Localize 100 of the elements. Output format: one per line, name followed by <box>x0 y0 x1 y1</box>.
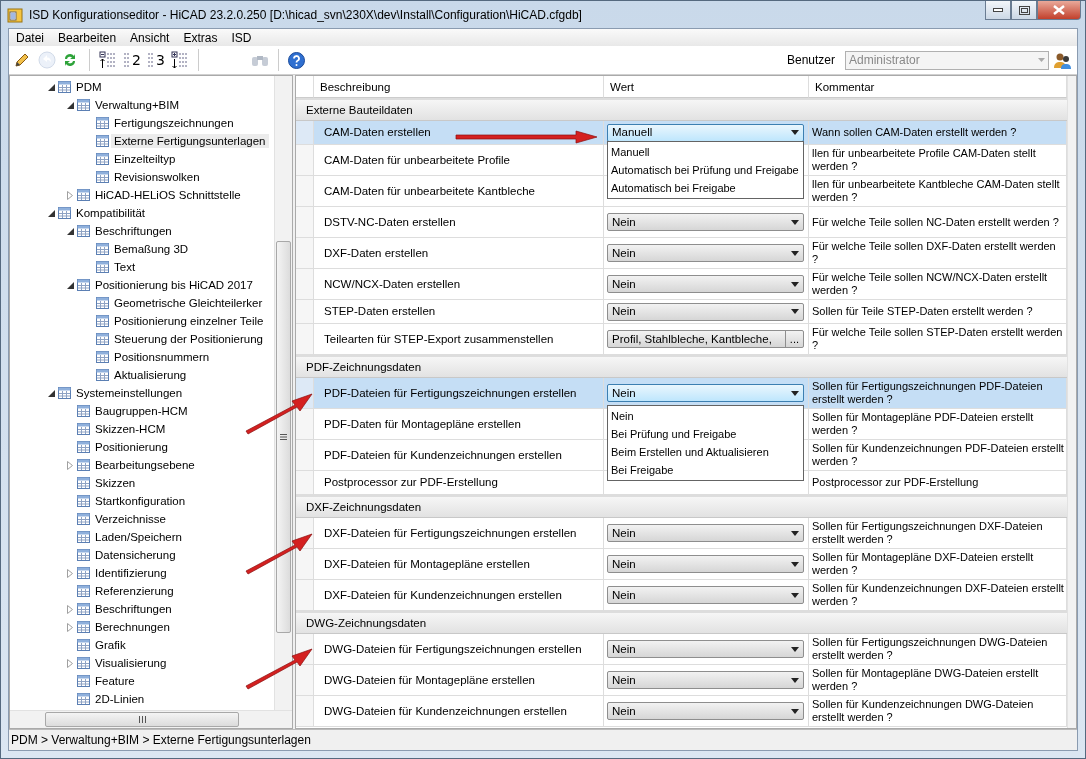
description-cell: PDF-Dateien für Kundenzeichnungen erstellen <box>314 440 604 471</box>
tree-item[interactable]: Aktualisierung <box>111 368 190 382</box>
tree-item[interactable]: Feature <box>92 674 138 688</box>
value-dropdown[interactable]: Nein <box>607 586 804 604</box>
tree-item[interactable]: Verwaltung+BIM <box>92 98 183 112</box>
help-button[interactable] <box>287 49 308 71</box>
tree-item[interactable]: Skizzen-HCM <box>92 422 169 436</box>
tree-item[interactable]: Bearbeitungsebene <box>92 458 198 472</box>
tree-item[interactable]: Referenzierung <box>92 584 177 598</box>
value-dropdown[interactable]: Nein <box>607 555 804 573</box>
collapse-icon[interactable] <box>66 227 74 235</box>
dropdown-option[interactable]: Bei Prüfung und Freigabe <box>608 425 803 443</box>
menu-item[interactable]: Extras <box>178 30 227 45</box>
toolbar-button[interactable]: 3 <box>146 49 166 71</box>
menu-item[interactable]: Bearbeiten <box>53 30 126 45</box>
tree-item[interactable]: Revisionswolken <box>111 170 203 184</box>
tree-item[interactable]: Visualisierung <box>92 656 170 670</box>
dropdown-option[interactable]: Automatisch bei Freigabe <box>608 179 803 197</box>
table-icon <box>96 315 109 327</box>
vertical-scrollbar[interactable] <box>1067 76 1076 728</box>
description-cell: Postprocessor zur PDF-Erstellung <box>314 471 604 495</box>
tree-item[interactable]: Positionierung einzelner Teile <box>111 314 267 328</box>
browse-button[interactable]: ... <box>784 331 803 347</box>
value-dropdown[interactable]: Nein <box>607 275 804 293</box>
tree-item[interactable]: Verzeichnisse <box>92 512 169 526</box>
toolbar-button[interactable] <box>98 49 118 71</box>
description-cell: DWG-Dateien für Fertigungszeichnungen erstellen <box>314 634 604 665</box>
minimize-button[interactable] <box>985 1 1011 20</box>
tree-item[interactable]: Positionsnummern <box>111 350 213 364</box>
tree-item[interactable]: Text <box>111 260 139 274</box>
collapse-icon[interactable] <box>47 83 55 91</box>
dropdown-option[interactable]: Beim Erstellen und Aktualisieren <box>608 443 803 461</box>
tree-item[interactable]: Positionierung <box>92 440 171 454</box>
tree-item[interactable]: Skizzen <box>92 476 139 490</box>
tree-item[interactable]: Bemaßung 3D <box>111 242 192 256</box>
table-icon <box>77 459 90 471</box>
value-dropdown[interactable]: Nein <box>607 302 804 321</box>
dropdown-arrow-icon <box>791 677 799 683</box>
dropdown-option[interactable]: Manuell <box>608 143 803 161</box>
expand-icon[interactable] <box>67 568 73 578</box>
tree-item[interactable]: Geometrische Gleichteilerker <box>111 296 266 310</box>
table-icon <box>77 621 90 633</box>
column-header[interactable]: Wert <box>604 76 809 98</box>
tree-item[interactable]: Positionierung bis HiCAD 2017 <box>92 278 256 292</box>
collapse-icon[interactable] <box>66 281 74 289</box>
tree-item[interactable]: Beschriftungen <box>92 224 175 238</box>
toolbar-button[interactable]: 2 <box>122 49 142 71</box>
tree-item[interactable]: Datensicherung <box>92 548 179 562</box>
tree-item[interactable]: Grafik <box>92 638 129 652</box>
value-dropdown[interactable]: Nein <box>607 640 804 658</box>
column-header[interactable]: Kommentar <box>809 76 1067 98</box>
tree-item[interactable]: Beschriftungen <box>92 602 175 616</box>
column-header[interactable]: Beschreibung <box>314 76 604 98</box>
value-dropdown[interactable]: Nein <box>607 244 804 262</box>
expand-icon[interactable] <box>67 658 73 668</box>
dropdown-option[interactable]: Bei Freigabe <box>608 461 803 479</box>
tree-item[interactable]: Fertigungszeichnungen <box>111 116 237 130</box>
horizontal-scrollbar[interactable] <box>10 710 292 728</box>
tree-item[interactable]: Steuerung der Positionierung <box>111 332 266 346</box>
tree-item[interactable]: Berechnungen <box>92 620 173 634</box>
tree-item[interactable]: 2D-Linien <box>92 692 148 706</box>
vertical-scrollbar[interactable] <box>274 76 292 710</box>
expand-icon[interactable] <box>67 190 73 200</box>
value-picker[interactable]: Profil, Stahlbleche, Kantbleche, ... <box>607 330 804 348</box>
collapse-icon[interactable] <box>47 209 55 217</box>
description-cell: PDF-Dateien für Fertigungszeichnungen erstellen <box>314 378 604 409</box>
tree-item[interactable]: PDM <box>73 80 105 94</box>
tree-item[interactable]: Systemeinstellungen <box>73 386 186 400</box>
dropdown-option[interactable]: Nein <box>608 407 803 425</box>
tree-item[interactable]: HiCAD-HELiOS Schnittstelle <box>92 188 244 202</box>
menu-item[interactable]: Datei <box>11 30 53 45</box>
close-icon <box>1053 5 1065 15</box>
dropdown-option[interactable]: Automatisch bei Prüfung und Freigabe <box>608 161 803 179</box>
maximize-button[interactable] <box>1011 1 1037 20</box>
scrollbar-thumb[interactable] <box>276 241 291 633</box>
tree-item[interactable]: Laden/Speichern <box>92 530 185 544</box>
description-cell: PDF-Daten für Montagepläne erstellen <box>314 409 604 440</box>
tree-item[interactable]: Identifizierung <box>92 566 170 580</box>
value-dropdown[interactable]: Nein <box>607 524 804 542</box>
close-button[interactable] <box>1037 1 1081 20</box>
tree-item[interactable]: Kompatibilität <box>73 206 149 220</box>
tree-item[interactable]: Startkonfiguration <box>92 494 189 508</box>
scrollbar-thumb[interactable] <box>45 712 239 727</box>
description-cell: CAM-Daten für unbearbeitete Profile <box>314 145 604 176</box>
collapse-icon[interactable] <box>66 101 74 109</box>
tree-item[interactable]: Externe Fertigungsunterlagen <box>111 134 269 148</box>
tree-item[interactable]: Baugruppen-HCM <box>92 404 191 418</box>
table-icon <box>77 423 90 435</box>
tree-item[interactable]: Einzelteiltyp <box>111 152 179 166</box>
menu-item[interactable]: Ansicht <box>125 30 179 45</box>
toolbar-button[interactable] <box>170 49 190 71</box>
expand-icon[interactable] <box>67 460 73 470</box>
value-dropdown[interactable]: Nein <box>607 213 804 231</box>
menu-item[interactable]: ISD <box>226 30 261 45</box>
table-icon <box>96 135 109 147</box>
value-dropdown[interactable]: Nein <box>607 702 804 720</box>
value-dropdown[interactable]: Nein <box>607 384 804 402</box>
value-dropdown[interactable]: Manuell <box>607 123 804 142</box>
collapse-icon[interactable] <box>47 389 55 397</box>
value-dropdown[interactable]: Nein <box>607 671 804 689</box>
